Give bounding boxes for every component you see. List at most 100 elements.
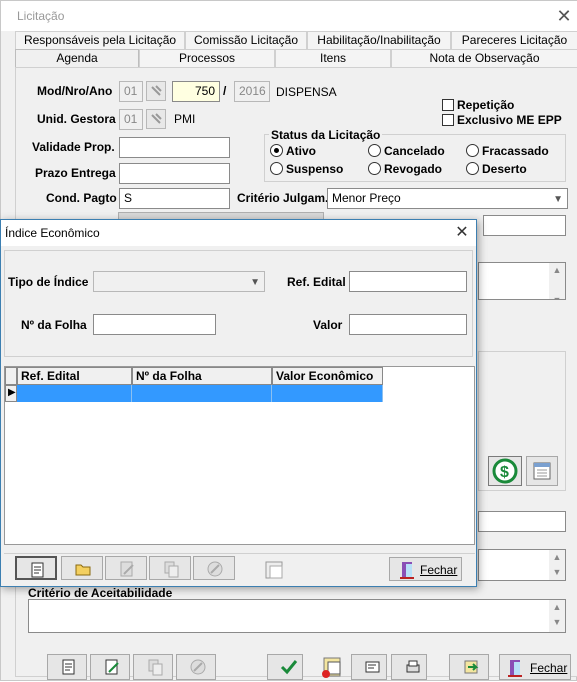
status-suspenso-radio[interactable] xyxy=(270,162,283,175)
aceitabilidade-memo[interactable]: ▲ ▼ xyxy=(28,599,566,633)
ref-edital-field[interactable] xyxy=(349,271,467,292)
criterio-label: Critério Julgam. xyxy=(237,191,329,205)
table-cell[interactable] xyxy=(17,385,132,402)
tab-comissao[interactable]: Comissão Licitação xyxy=(185,31,307,49)
edit-icon xyxy=(120,561,134,577)
repeticao-checkbox[interactable] xyxy=(442,99,454,111)
status-ativo-radio[interactable] xyxy=(270,144,283,157)
status-title: Status da Licitação xyxy=(269,128,383,142)
edit-icon xyxy=(105,659,119,675)
status-revogado-label: Revogado xyxy=(384,162,443,176)
memo-scrollbar[interactable]: ▲ ▼ xyxy=(549,550,565,580)
mod-lookup-button[interactable] xyxy=(146,81,166,101)
footer-print-button[interactable] xyxy=(391,654,427,680)
aceitabilidade-label: Critério de Aceitabilidade xyxy=(28,586,173,600)
prazo-field[interactable] xyxy=(119,163,230,184)
dialog-fechar-button[interactable]: Fechar xyxy=(389,557,462,581)
dialog-edit-button[interactable] xyxy=(105,556,147,580)
folha-field[interactable] xyxy=(93,314,216,335)
column-ref-edital[interactable]: Ref. Edital xyxy=(17,367,132,385)
dialog-close-button[interactable]: ✕ xyxy=(451,222,473,244)
door-icon xyxy=(508,660,522,677)
dialog-new-button[interactable] xyxy=(15,556,57,580)
dialog-report-button[interactable] xyxy=(251,556,293,580)
memo-scrollbar[interactable]: ▲ ▼ xyxy=(549,600,565,632)
unid-gestora-description: PMI xyxy=(174,112,196,126)
footer-export-button[interactable] xyxy=(351,654,387,680)
status-cancelado-radio[interactable] xyxy=(368,144,381,157)
money-button[interactable]: $ xyxy=(488,456,522,486)
status-deserto-radio[interactable] xyxy=(466,162,479,175)
mod-label: Mod/Nro/Ano xyxy=(37,84,113,98)
footer-new-button[interactable] xyxy=(47,654,87,680)
printer-icon xyxy=(406,660,420,673)
dialog-cancel-button[interactable] xyxy=(193,556,235,580)
tab-habilitacao[interactable]: Habilitação/Inabilitação xyxy=(307,31,451,49)
validade-field[interactable] xyxy=(119,137,230,158)
prazo-label: Prazo Entrega xyxy=(35,166,116,180)
footer-copy-button[interactable] xyxy=(133,654,173,680)
valor-field[interactable] xyxy=(349,314,467,335)
chevron-down-icon: ▼ xyxy=(553,194,563,205)
right-field-2[interactable] xyxy=(478,511,566,532)
right-memo-1[interactable]: ▲ ▼ xyxy=(478,262,566,300)
window-title: Licitação xyxy=(17,9,65,23)
calendar-icon xyxy=(533,462,551,480)
refresh-icon xyxy=(464,660,479,674)
criterio-value: Menor Preço xyxy=(332,191,401,205)
tipo-indice-label: Tipo de Índice xyxy=(8,275,89,289)
modalidade-description: DISPENSA xyxy=(276,85,337,99)
nro-ano-separator: / xyxy=(223,84,227,98)
footer-edit-button[interactable] xyxy=(90,654,130,680)
nro-field[interactable]: 750 xyxy=(172,81,220,102)
status-fracassado-radio[interactable] xyxy=(466,144,479,157)
tab-nota-observacao[interactable]: Nota de Observação xyxy=(391,49,577,67)
cond-pagto-field[interactable]: S xyxy=(119,188,230,209)
status-suspenso-label: Suspenso xyxy=(286,162,344,176)
ano-field[interactable]: 2016 xyxy=(234,81,270,102)
table-cell[interactable] xyxy=(272,385,383,402)
status-revogado-radio[interactable] xyxy=(368,162,381,175)
tab-itens[interactable]: Itens xyxy=(275,49,391,67)
footer-cancel-button[interactable] xyxy=(176,654,216,680)
memo-scrollbar[interactable]: ▲ ▼ xyxy=(549,263,565,299)
check-icon xyxy=(280,660,298,675)
valor-label: Valor xyxy=(313,318,343,332)
dialog-filter-group xyxy=(4,250,473,357)
status-ativo-label: Ativo xyxy=(286,144,316,158)
report-icon xyxy=(265,561,283,579)
column-folha[interactable]: Nº da Folha xyxy=(132,367,272,385)
grid-corner xyxy=(5,367,17,385)
unid-gestora-field[interactable]: 01 xyxy=(119,109,143,130)
footer-report-button[interactable] xyxy=(309,652,345,682)
tab-agenda[interactable]: Agenda xyxy=(15,49,139,69)
right-field-1[interactable] xyxy=(483,215,566,236)
window-close-button[interactable]: ✕ xyxy=(553,5,575,27)
tab-responsaveis[interactable]: Responsáveis pela Licitação xyxy=(15,31,185,49)
row-indicator: ▶ xyxy=(5,385,17,402)
criterio-select[interactable]: Menor Preço ▼ xyxy=(327,188,568,209)
column-valor-economico[interactable]: Valor Econômico xyxy=(272,367,383,385)
dialog-open-button[interactable] xyxy=(61,556,103,580)
tab-processos[interactable]: Processos xyxy=(139,49,275,67)
lookup-icon xyxy=(151,113,162,124)
table-cell[interactable] xyxy=(132,385,272,402)
footer-confirm-button[interactable] xyxy=(267,654,303,680)
mod-field[interactable]: 01 xyxy=(119,81,143,102)
chevron-down-icon: ▼ xyxy=(250,277,260,288)
copy-icon xyxy=(164,561,179,578)
footer-fechar-button[interactable]: Fechar xyxy=(499,654,571,680)
tab-pareceres[interactable]: Pareceres Licitação xyxy=(451,31,577,49)
tipo-indice-select[interactable]: ▼ xyxy=(93,271,265,292)
dialog-copy-button[interactable] xyxy=(149,556,191,580)
unid-lookup-button[interactable] xyxy=(146,109,166,129)
copy-icon xyxy=(148,659,163,676)
right-memo-2[interactable]: ▲ ▼ xyxy=(478,549,566,581)
ref-edital-label: Ref. Edital xyxy=(287,275,346,289)
exclusivo-checkbox[interactable] xyxy=(442,114,454,126)
status-fracassado-label: Fracassado xyxy=(482,144,549,158)
dialog-titlebar: Índice Econômico ✕ xyxy=(1,220,476,246)
cancel-icon xyxy=(190,659,206,675)
calendar-button[interactable] xyxy=(526,456,558,486)
footer-refresh-button[interactable] xyxy=(449,654,489,680)
